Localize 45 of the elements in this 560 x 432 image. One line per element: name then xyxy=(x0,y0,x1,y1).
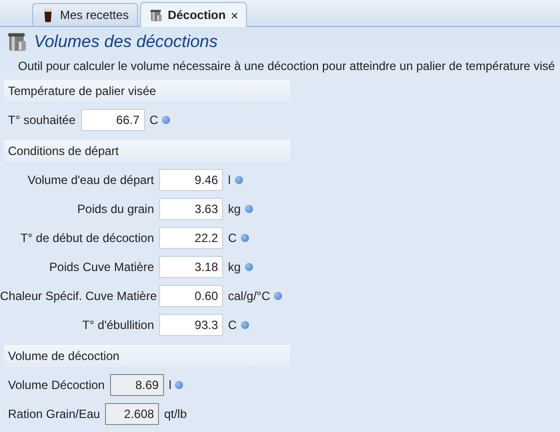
field-label: T° d'ébullition xyxy=(81,318,154,332)
unit-label: C xyxy=(228,318,237,332)
unit-label: kg xyxy=(228,202,241,216)
field-label: Poids Cuve Matière xyxy=(48,260,154,274)
section-header: Conditions de départ xyxy=(4,140,290,162)
input-field[interactable]: 3.63 xyxy=(159,198,223,220)
close-button[interactable]: × xyxy=(230,8,238,22)
input-field[interactable]: 93.3 xyxy=(159,314,223,336)
field-label: Volume Décoction xyxy=(7,378,105,392)
info-icon[interactable] xyxy=(244,205,253,213)
field-label: Poids du grain xyxy=(76,202,154,216)
field-label: Volume d'eau de départ xyxy=(26,173,154,187)
field-label: Ration Grain/Eau xyxy=(7,407,100,421)
info-icon[interactable] xyxy=(175,381,184,389)
unit-label: kg xyxy=(228,260,241,274)
info-icon[interactable] xyxy=(240,321,249,329)
input-field[interactable]: 22.2 xyxy=(159,227,223,249)
info-icon[interactable] xyxy=(274,292,282,300)
section-header: Volume de décoction xyxy=(4,345,290,367)
pot-icon xyxy=(148,8,163,22)
unit-label: C xyxy=(228,231,237,245)
section-header: Température de palier visée xyxy=(4,80,290,102)
info-icon[interactable] xyxy=(234,176,243,184)
pot-icon xyxy=(6,31,28,53)
info-icon[interactable] xyxy=(240,234,249,242)
field-label: T° souhaitée xyxy=(7,113,76,127)
unit-label: C xyxy=(150,113,158,127)
input-field[interactable]: 0.60 xyxy=(159,285,223,307)
tab[interactable]: Décoction × xyxy=(140,2,248,27)
unit-label: qt/lb xyxy=(164,407,187,421)
field-label: Chaleur Spécif. Cuve Matière xyxy=(0,289,154,303)
input-field[interactable]: 66.7 xyxy=(80,109,145,131)
info-icon[interactable] xyxy=(244,263,253,271)
input-field[interactable]: 3.18 xyxy=(159,256,223,278)
input-field[interactable]: 9.46 xyxy=(159,169,223,191)
info-icon[interactable] xyxy=(162,116,170,124)
unit-label: cal/g/°C xyxy=(228,289,270,303)
tab[interactable]: Mes recettes xyxy=(32,3,138,26)
result-field[interactable]: 2.608 xyxy=(105,403,160,425)
tool-description: Outil pour calculer le volume nécessaire à une décoction pour atteindre un palier de température visé xyxy=(18,59,556,73)
tool-title: Volumes des décoctions xyxy=(34,32,218,52)
field-label: T° de début de décoction xyxy=(19,231,154,245)
unit-label: l xyxy=(228,173,231,187)
result-field[interactable]: 8.69 xyxy=(110,374,164,396)
unit-label: l xyxy=(168,378,172,392)
